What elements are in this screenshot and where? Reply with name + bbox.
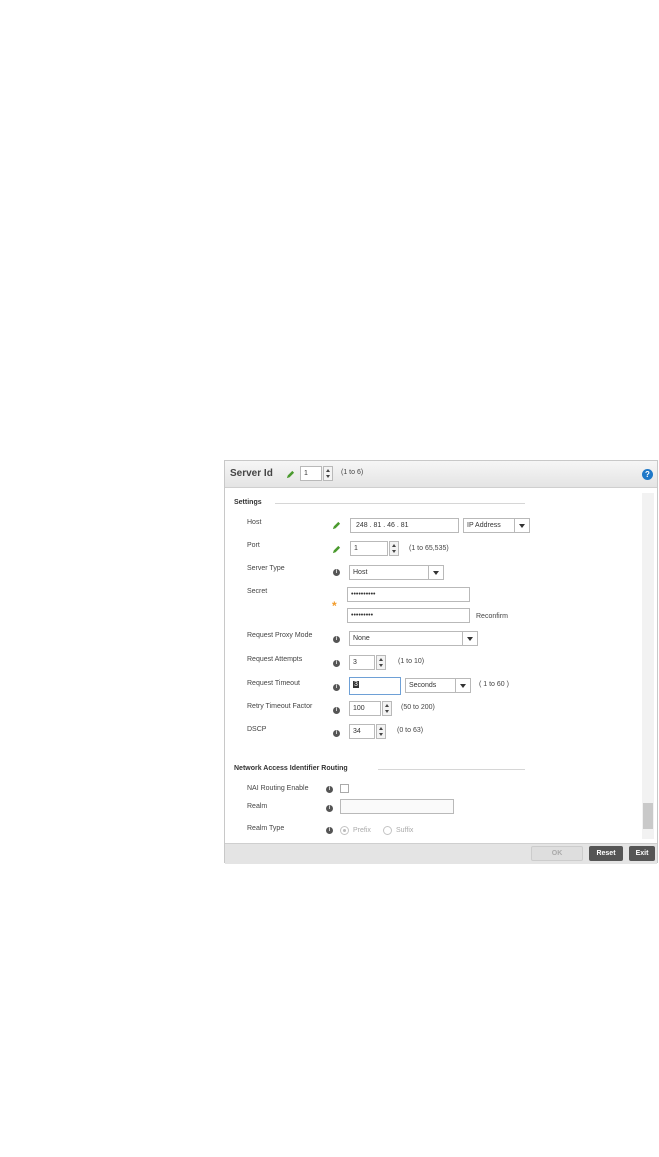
chevron-down-icon xyxy=(462,632,477,645)
retry-timeout-factor-range: (50 to 200) xyxy=(401,704,435,711)
realm-input[interactable] xyxy=(340,799,454,814)
server-id-range: (1 to 6) xyxy=(341,469,364,476)
request-timeout-label: Request Timeout xyxy=(247,680,300,687)
server-type-selected: Host xyxy=(353,569,368,576)
retry-timeout-factor-input[interactable]: 100 xyxy=(349,701,381,716)
dialog-titlebar: Server Id 1 (1 to 6) ? xyxy=(225,461,657,488)
host-type-selected: IP Address xyxy=(467,522,501,529)
host-type-select[interactable]: IP Address xyxy=(463,518,530,533)
info-icon: i xyxy=(326,827,333,834)
realm-type-suffix-label: Suffix xyxy=(396,827,414,834)
request-attempts-stepper[interactable] xyxy=(376,655,386,670)
nai-routing-enable-checkbox[interactable] xyxy=(340,784,349,793)
request-attempts-input[interactable]: 3 xyxy=(349,655,375,670)
info-icon: i xyxy=(333,707,340,714)
server-id-input[interactable]: 1 xyxy=(300,466,322,481)
port-input[interactable]: 1 xyxy=(350,541,388,556)
realm-type-label: Realm Type xyxy=(247,825,285,832)
info-icon: i xyxy=(333,636,340,643)
info-icon: i xyxy=(333,660,340,667)
radius-server-dialog: Server Id 1 (1 to 6) ? Settings Host 248… xyxy=(224,460,658,864)
request-proxy-mode-select[interactable]: None xyxy=(349,631,478,646)
nai-routing-enable-label: NAI Routing Enable xyxy=(247,785,309,792)
scrollbar-thumb[interactable] xyxy=(643,803,653,829)
chevron-down-icon xyxy=(455,679,470,692)
request-attempts-range: (1 to 10) xyxy=(398,658,425,665)
server-type-label: Server Type xyxy=(247,565,285,572)
dscp-input[interactable]: 34 xyxy=(349,724,375,739)
request-timeout-unit-selected: Seconds xyxy=(409,682,437,689)
realm-label: Realm xyxy=(247,803,268,810)
info-icon: i xyxy=(333,684,340,691)
secret-input[interactable]: •••••••••• xyxy=(347,587,470,602)
server-id-stepper[interactable] xyxy=(323,466,333,481)
realm-type-prefix-radio[interactable] xyxy=(340,826,349,835)
ok-button[interactable]: OK xyxy=(531,846,583,861)
host-ip-input[interactable]: 248 . 81 . 46 . 81 xyxy=(350,518,459,533)
request-timeout-value: 3 xyxy=(353,681,359,688)
settings-divider xyxy=(275,503,525,504)
info-icon: i xyxy=(326,805,333,812)
info-icon: i xyxy=(333,569,340,576)
request-timeout-unit-select[interactable]: Seconds xyxy=(405,678,471,693)
request-proxy-mode-selected: None xyxy=(353,635,370,642)
pencil-icon xyxy=(332,545,341,554)
asterisk-icon: * xyxy=(332,599,337,613)
retry-timeout-factor-stepper[interactable] xyxy=(382,701,392,716)
server-type-select[interactable]: Host xyxy=(349,565,444,580)
chevron-down-icon xyxy=(428,566,443,579)
port-label: Port xyxy=(247,542,260,549)
settings-section-title: Settings xyxy=(234,499,262,506)
info-icon: i xyxy=(326,786,333,793)
nai-divider xyxy=(378,769,525,770)
dscp-stepper[interactable] xyxy=(376,724,386,739)
chevron-down-icon xyxy=(514,519,529,532)
request-timeout-input[interactable]: 3 xyxy=(349,677,401,695)
request-attempts-label: Request Attempts xyxy=(247,656,303,663)
host-label: Host xyxy=(247,519,262,526)
port-stepper[interactable] xyxy=(389,541,399,556)
realm-type-prefix-label: Prefix xyxy=(353,827,371,834)
request-proxy-mode-label: Request Proxy Mode xyxy=(247,632,313,639)
exit-button[interactable]: Exit xyxy=(629,846,655,861)
retry-timeout-factor-label: Retry Timeout Factor xyxy=(247,703,313,710)
info-icon: i xyxy=(333,730,340,737)
port-range: (1 to 65,535) xyxy=(409,545,449,552)
request-timeout-range: ( 1 to 60 ) xyxy=(479,681,509,688)
dialog-footer: OK Reset Exit xyxy=(225,843,657,864)
dscp-range: (0 to 63) xyxy=(397,727,424,734)
vertical-scrollbar[interactable] xyxy=(642,493,654,839)
secret-confirm-input[interactable]: ••••••••• xyxy=(347,608,470,623)
dscp-label: DSCP xyxy=(247,726,267,733)
secret-label: Secret xyxy=(247,588,268,595)
pencil-icon xyxy=(286,470,295,479)
nai-section-title: Network Access Identifier Routing xyxy=(234,765,348,772)
reconfirm-label: Reconfirm xyxy=(476,613,508,620)
page-title: Server Id xyxy=(230,468,273,479)
pencil-icon xyxy=(332,521,341,530)
question-icon[interactable]: ? xyxy=(642,469,653,480)
realm-type-suffix-radio[interactable] xyxy=(383,826,392,835)
reset-button[interactable]: Reset xyxy=(589,846,623,861)
